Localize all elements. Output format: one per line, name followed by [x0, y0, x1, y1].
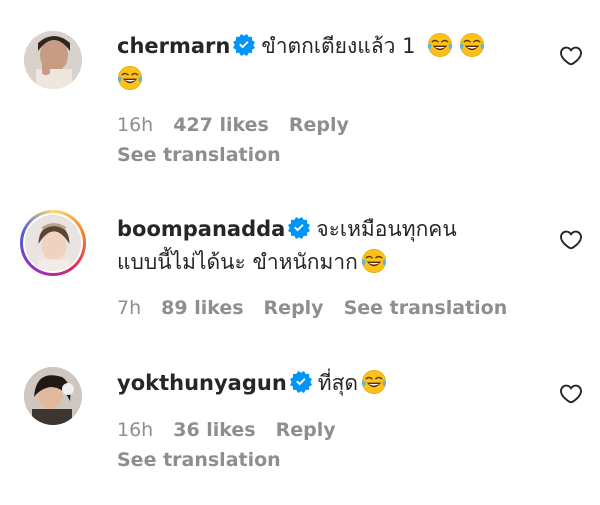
reply-button[interactable]: Reply	[276, 419, 336, 441]
comment-meta: 7h 89 likes Reply See translation	[117, 295, 527, 321]
face-with-tears-of-joy-emoji	[427, 32, 453, 58]
like-heart-icon[interactable]	[559, 44, 583, 68]
verified-badge-icon	[288, 217, 310, 239]
avatar[interactable]	[24, 367, 82, 425]
see-translation-link[interactable]: See translation	[344, 297, 508, 319]
face-with-tears-of-joy-emoji	[361, 369, 387, 395]
avatar-photo	[25, 215, 81, 271]
verified-badge-icon	[290, 371, 312, 393]
story-ring[interactable]	[20, 210, 86, 276]
comment-body: boompanadda จะเหมือนทุกคน แบบนี้ไม่ได้นะ …	[117, 213, 537, 279]
reply-button[interactable]: Reply	[264, 297, 324, 319]
face-with-tears-of-joy-emoji	[117, 65, 143, 91]
comment-text: ขำตกเตียงแล้ว 1	[261, 34, 416, 58]
comment-meta: 16h 427 likes Reply	[117, 112, 369, 138]
comment-likes[interactable]: 89 likes	[161, 297, 243, 319]
avatar-photo	[24, 31, 82, 89]
verified-badge-icon	[233, 34, 255, 56]
comment-time: 16h	[117, 114, 154, 136]
comment-body: yokthunyagun ที่สุด	[117, 367, 537, 400]
avatar-photo	[24, 367, 82, 425]
comment-time: 16h	[117, 419, 154, 441]
avatar[interactable]	[25, 215, 81, 271]
avatar[interactable]	[24, 31, 82, 89]
like-heart-icon[interactable]	[559, 382, 583, 406]
comment-likes[interactable]: 36 likes	[173, 419, 255, 441]
face-with-tears-of-joy-emoji	[361, 248, 387, 274]
comment-body: chermarn ขำตกเตียงแล้ว 1	[117, 30, 537, 96]
comment-text: จะเหมือนทุกคน	[316, 217, 457, 241]
comment-username[interactable]: chermarn	[117, 34, 230, 58]
comment-meta: 16h 36 likes Reply	[117, 417, 356, 443]
comment-likes[interactable]: 427 likes	[173, 114, 269, 136]
like-heart-icon[interactable]	[559, 228, 583, 252]
comment-text: ที่สุด	[317, 371, 359, 395]
comment-time: 7h	[117, 297, 142, 319]
see-translation-link[interactable]: See translation	[117, 142, 281, 168]
see-translation-link[interactable]: See translation	[117, 447, 281, 473]
reply-button[interactable]: Reply	[289, 114, 349, 136]
comment-username[interactable]: boompanadda	[117, 217, 285, 241]
face-with-tears-of-joy-emoji	[459, 32, 485, 58]
comment-username[interactable]: yokthunyagun	[117, 371, 287, 395]
comment-text: แบบนี้ไม่ได้นะ ขำหนักมาก	[117, 250, 358, 274]
